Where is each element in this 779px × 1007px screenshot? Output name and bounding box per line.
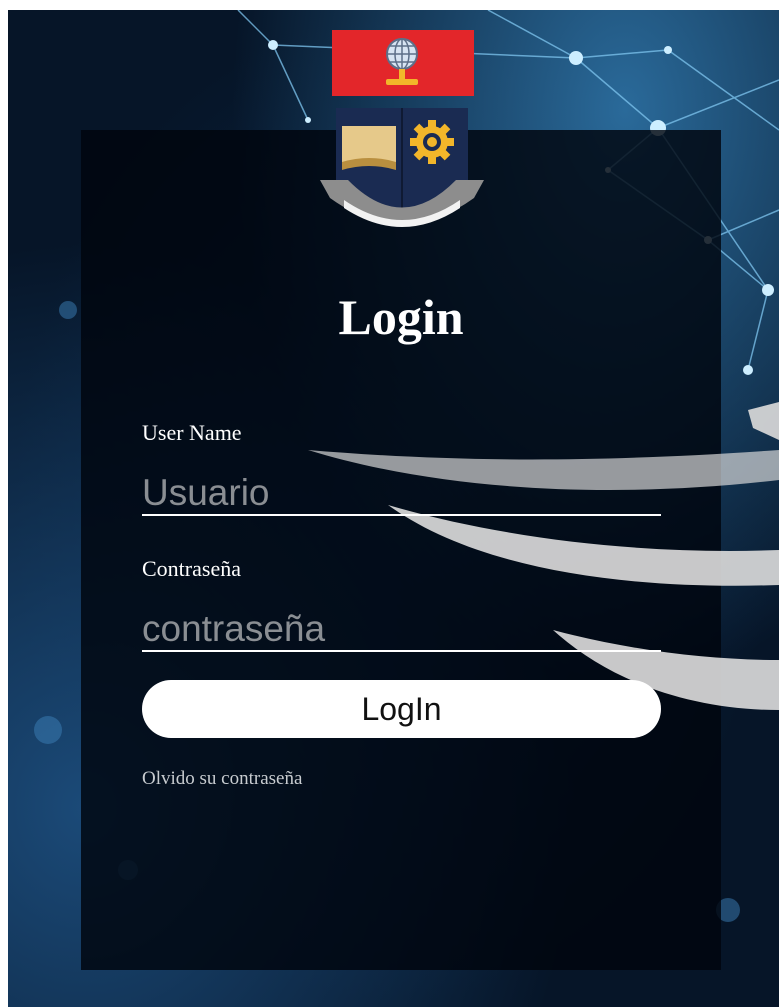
university-logo [320,30,484,227]
login-card [81,130,721,970]
login-background: Login User Name Contraseña LogIn Olvido … [8,10,779,1007]
book-icon [342,126,396,170]
forgot-password-link[interactable]: Olvido su contraseña [142,768,302,790]
password-input[interactable] [142,608,661,652]
login-title: Login [338,289,464,345]
username-label: User Name [142,420,242,445]
password-label: Contraseña [142,556,241,581]
username-input[interactable] [142,472,661,516]
login-button[interactable]: LogIn [142,680,661,738]
gear-icon [410,120,454,164]
